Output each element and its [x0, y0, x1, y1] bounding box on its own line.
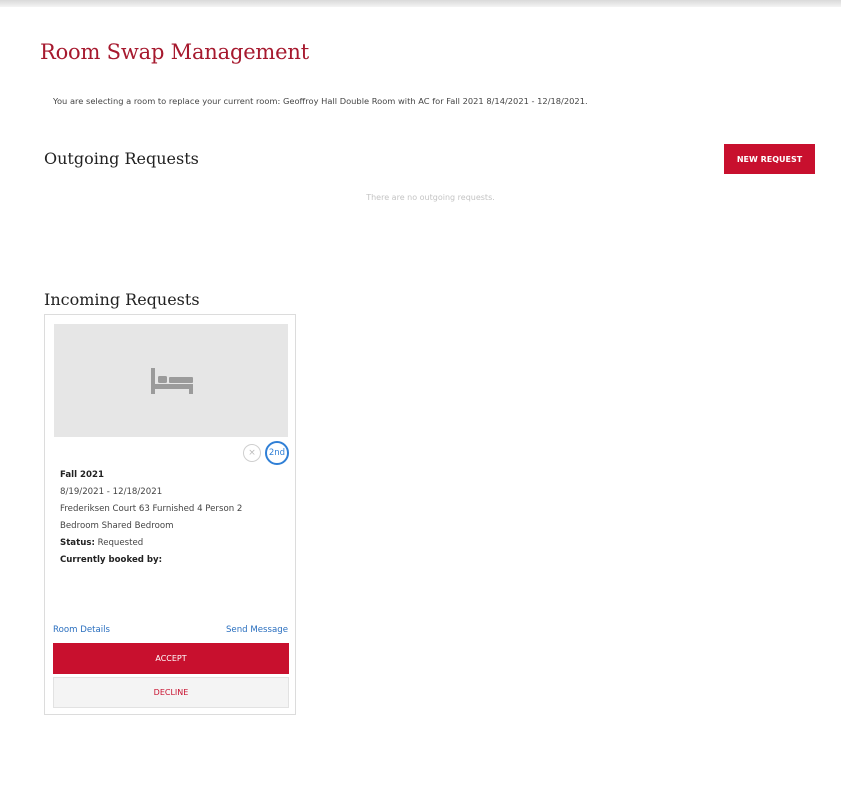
term-label: Fall 2021	[60, 470, 104, 480]
status-row: Status: Requested	[60, 535, 290, 552]
room-details-link[interactable]: Room Details	[53, 625, 110, 635]
room-description-line-1: Frederiksen Court 63 Furnished 4 Person …	[60, 504, 243, 514]
room-description-line-2: Bedroom Shared Bedroom	[60, 521, 174, 531]
status-value: Requested	[97, 538, 144, 548]
incoming-request-card: × 2nd Fall 2021 8/19/2021 - 12/18/2021 F…	[44, 314, 296, 715]
decline-button[interactable]: DECLINE	[53, 677, 289, 708]
request-details: Fall 2021 8/19/2021 - 12/18/2021 Frederi…	[60, 467, 290, 569]
send-message-link[interactable]: Send Message	[226, 625, 288, 635]
outgoing-requests-heading: Outgoing Requests	[44, 149, 199, 168]
new-request-button[interactable]: NEW REQUEST	[724, 144, 815, 174]
incoming-requests-heading: Incoming Requests	[44, 290, 200, 309]
bed-icon	[151, 368, 193, 394]
date-range: 8/19/2021 - 12/18/2021	[60, 487, 163, 497]
status-label: Status:	[60, 538, 95, 548]
remove-chip-icon[interactable]: ×	[243, 444, 261, 462]
current-room-notice: You are selecting a room to replace your…	[53, 96, 588, 106]
accept-button[interactable]: ACCEPT	[53, 643, 289, 674]
room-image-placeholder	[54, 324, 288, 437]
top-divider	[0, 0, 841, 7]
rank-badge: 2nd	[265, 441, 289, 465]
booked-by-label: Currently booked by:	[60, 555, 163, 565]
page-title: Room Swap Management	[40, 40, 309, 64]
outgoing-empty-message: There are no outgoing requests.	[366, 193, 495, 202]
